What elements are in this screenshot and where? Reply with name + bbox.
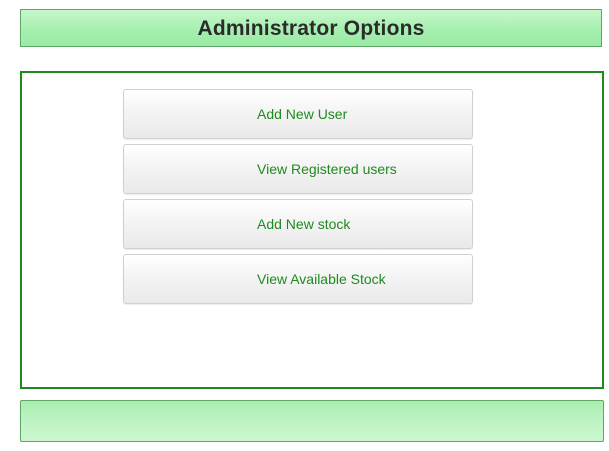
admin-menu: Add New User View Registered users Add N… xyxy=(123,89,473,309)
view-available-stock-button[interactable]: View Available Stock xyxy=(123,254,473,304)
add-new-stock-button[interactable]: Add New stock xyxy=(123,199,473,249)
add-new-user-button[interactable]: Add New User xyxy=(123,89,473,139)
view-registered-users-label: View Registered users xyxy=(257,161,397,177)
add-new-stock-label: Add New stock xyxy=(257,216,351,232)
page-title: Administrator Options xyxy=(197,17,425,40)
view-registered-users-button[interactable]: View Registered users xyxy=(123,144,473,194)
admin-options-panel: Add New User View Registered users Add N… xyxy=(20,71,604,389)
add-new-user-label: Add New User xyxy=(257,106,348,122)
page-header: Administrator Options xyxy=(20,9,602,47)
view-available-stock-label: View Available Stock xyxy=(257,271,386,287)
page-footer xyxy=(20,400,604,442)
